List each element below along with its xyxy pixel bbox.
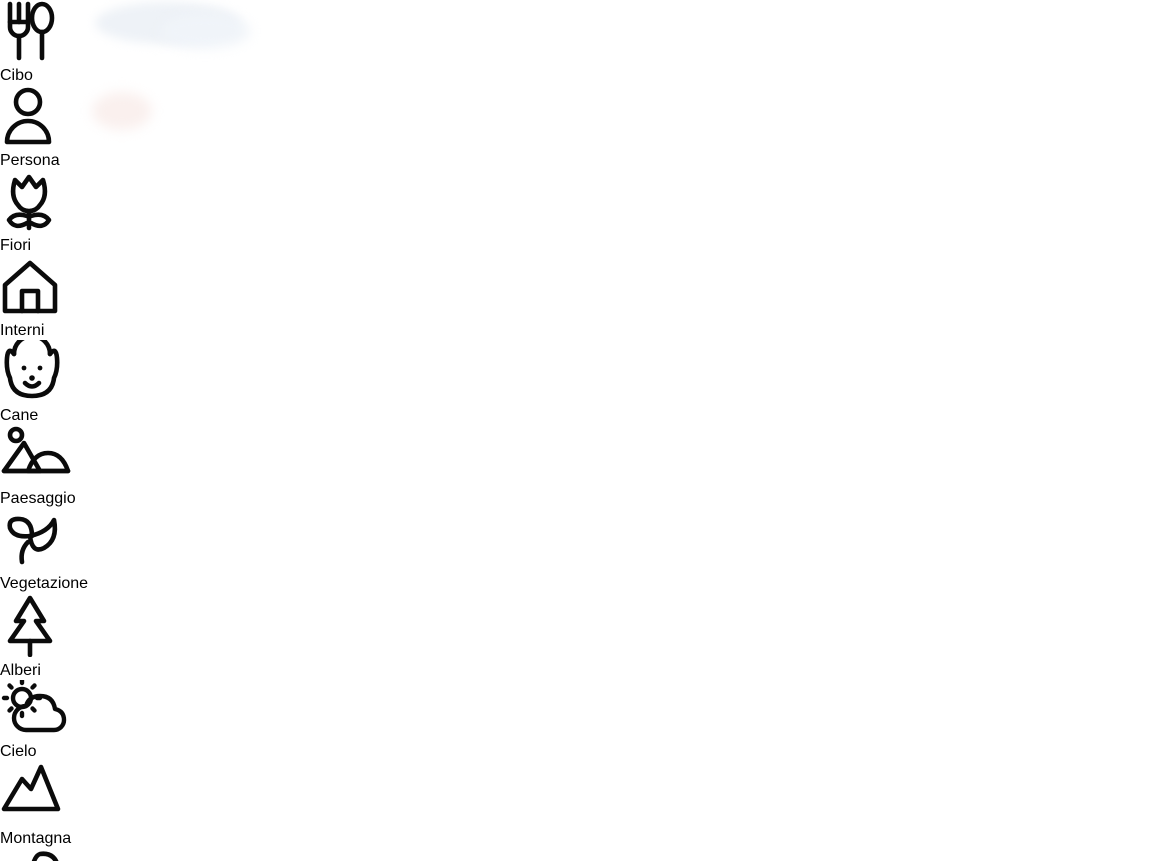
sun-cloud-icon [0, 678, 84, 743]
scene-tag-label: Cielo [0, 743, 37, 760]
scene-tag-alberi: Alberi [0, 593, 84, 680]
scene-tag-label: Cane [0, 407, 39, 424]
tulip-icon [0, 170, 68, 237]
scene-tag-label: Interni [0, 322, 45, 339]
marketing-page: Cibo Persona Fiori Interni Cane Paesaggi… [0, 0, 1157, 861]
person-icon [0, 85, 88, 152]
scene-tag-row-2: Spiaggia Tramonto [0, 848, 1157, 861]
scene-tag-cibo: Cibo [0, 0, 70, 85]
scene-tag-label: Cibo [0, 67, 33, 84]
house-icon [0, 255, 78, 322]
scene-tag-paesaggio: Paesaggio [0, 425, 100, 508]
scene-tag-montagna: Montagna [0, 761, 102, 848]
scene-tag-vegetazione: Vegetazione [0, 508, 124, 593]
scene-tag-label: Paesaggio [0, 490, 76, 507]
scene-tag-spiaggia: Spiaggia [0, 848, 86, 861]
scene-tag-cane: Cane [0, 333, 78, 425]
dog-icon [0, 333, 78, 407]
scene-tag-fiori: Fiori [0, 170, 68, 255]
tree-icon [0, 593, 84, 662]
scene-tag-cielo: Cielo [0, 678, 84, 761]
mountain-icon [0, 761, 102, 822]
scene-tag-label: Vegetazione [0, 575, 89, 592]
scene-optimizer-tag-grid: Cibo Persona Fiori Interni Cane Paesaggi… [0, 0, 1157, 861]
scene-tag-persona: Persona [0, 85, 88, 170]
fork-spoon-icon [0, 0, 70, 67]
scene-tag-row-1: Cibo Persona Fiori Interni Cane Paesaggi… [0, 0, 1157, 848]
scene-tag-label: Montagna [0, 830, 72, 847]
scene-tag-interni: Interni [0, 255, 78, 340]
landscape-icon [0, 425, 100, 488]
scene-tag-label: Alberi [0, 662, 41, 679]
sprout-icon [0, 508, 124, 575]
scene-tag-label: Persona [0, 152, 60, 169]
scene-tag-label: Fiori [0, 237, 32, 254]
beach-icon [0, 848, 86, 861]
